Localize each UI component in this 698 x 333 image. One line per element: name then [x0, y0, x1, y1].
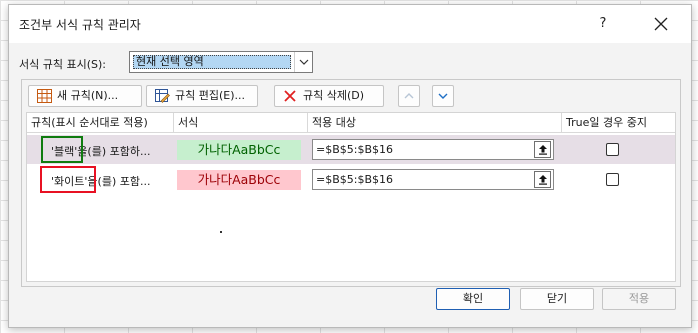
chevron-up-icon: [404, 93, 414, 99]
rules-toolbar: 새 규칙(N)... 규칙 편집(E)... 규칙 삭제(D): [22, 80, 680, 111]
show-rules-for-dropdown[interactable]: 현재 선택 영역: [129, 51, 313, 73]
stop-if-true-checkbox[interactable]: [606, 143, 619, 156]
close-dialog-button[interactable]: [650, 13, 672, 35]
rules-table: 규칙(표시 순서대로 적용) 서식 적용 대상 True일 경우 중지 '블랙'…: [26, 112, 676, 282]
help-button[interactable]: ?: [596, 16, 610, 32]
table-row[interactable]: '블랙'을(를) 포함하... 가나다AaBbCc =$B$5:$B$16: [27, 135, 675, 164]
move-down-button[interactable]: [432, 85, 454, 107]
collapse-range-button[interactable]: [534, 171, 551, 188]
table-row[interactable]: '화이트'을(를) 포함... 가나다AaBbCc =$B$5:$B$16: [27, 165, 675, 194]
title-bar: 조건부 서식 규칙 관리자 ?: [9, 5, 691, 43]
close-icon: [654, 17, 668, 31]
collapse-range-button[interactable]: [534, 141, 551, 158]
column-header-format: 서식: [174, 113, 308, 133]
format-preview: 가나다AaBbCc: [177, 170, 301, 190]
highlight-box-green: [41, 136, 83, 163]
show-rules-for-value: 현재 선택 영역: [133, 55, 291, 69]
move-up-button[interactable]: [398, 85, 420, 107]
stray-pixel: [220, 231, 222, 233]
edit-rule-pencil-icon: [155, 89, 170, 110]
applies-to-value: =$B$5:$B$16: [316, 143, 394, 156]
new-rule-label: 새 규칙(N)...: [57, 89, 119, 102]
format-preview: 가나다AaBbCc: [177, 140, 301, 160]
new-rule-grid-icon: [37, 89, 52, 110]
delete-x-icon: [283, 89, 297, 110]
dialog-title: 조건부 서식 규칙 관리자: [19, 18, 141, 32]
new-rule-button[interactable]: 새 규칙(N)...: [28, 85, 142, 107]
highlight-box-red: [40, 166, 96, 193]
delete-rule-button[interactable]: 규칙 삭제(D): [274, 85, 384, 107]
rules-panel: 새 규칙(N)... 규칙 편집(E)... 규칙 삭제(D) 규칙(표시 순서…: [21, 79, 681, 287]
upload-arrow-icon: [539, 175, 547, 185]
table-header: 규칙(표시 순서대로 적용) 서식 적용 대상 True일 경우 중지: [27, 113, 675, 133]
column-header-rule: 규칙(표시 순서대로 적용): [27, 113, 174, 133]
applies-to-value: =$B$5:$B$16: [316, 173, 394, 186]
delete-rule-label: 규칙 삭제(D): [303, 89, 365, 102]
edit-rule-label: 규칙 편집(E)...: [175, 89, 245, 102]
chevron-down-icon: [438, 93, 448, 99]
apply-button[interactable]: 적용: [602, 288, 676, 310]
chevron-down-icon[interactable]: [294, 52, 312, 72]
edit-rule-button[interactable]: 규칙 편집(E)...: [146, 85, 258, 107]
stop-if-true-checkbox[interactable]: [606, 173, 619, 186]
show-rules-for-label: 서식 규칙 표시(S):: [19, 58, 106, 71]
column-header-applies-to: 적용 대상: [308, 113, 562, 133]
applies-to-field[interactable]: =$B$5:$B$16: [312, 169, 554, 190]
ok-button[interactable]: 확인: [436, 288, 510, 310]
column-header-stop-if-true: True일 경우 중지: [566, 116, 647, 129]
upload-arrow-icon: [539, 145, 547, 155]
close-button[interactable]: 닫기: [520, 288, 594, 310]
conditional-formatting-rules-manager-dialog: 조건부 서식 규칙 관리자 ? 서식 규칙 표시(S): 현재 선택 영역 새: [8, 4, 692, 328]
applies-to-field[interactable]: =$B$5:$B$16: [312, 139, 554, 160]
